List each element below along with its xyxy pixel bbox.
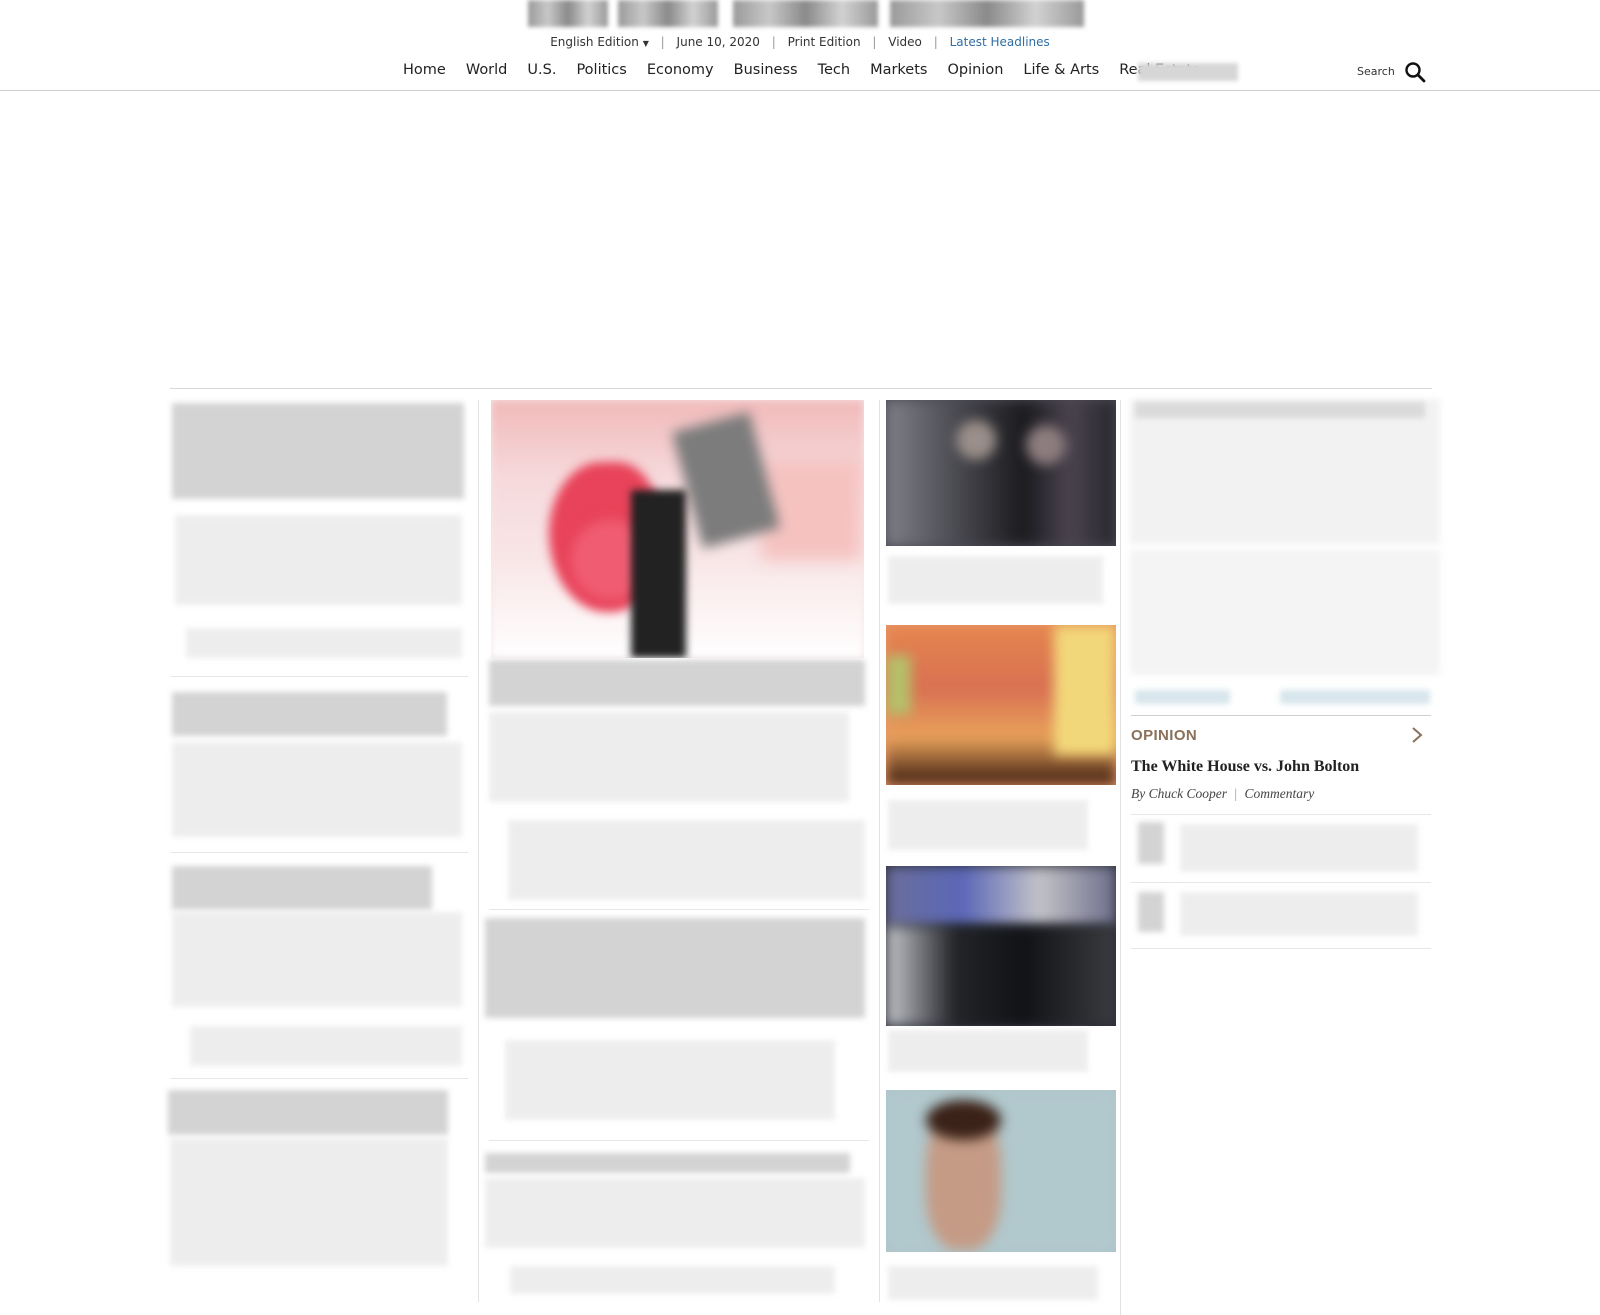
edition-selector-label: English Edition xyxy=(550,35,639,49)
current-date: June 10, 2020 xyxy=(676,35,760,49)
opinion-item-headline[interactable] xyxy=(1180,824,1418,872)
story-headline[interactable] xyxy=(888,800,1088,850)
divider: | xyxy=(1234,786,1238,801)
ad-space xyxy=(0,91,1600,386)
column-divider xyxy=(1120,400,1121,1315)
nav-item-tech[interactable]: Tech xyxy=(808,62,860,78)
story-divider xyxy=(170,676,468,677)
divider: | xyxy=(933,35,938,49)
story-summary xyxy=(170,1138,448,1266)
divider: | xyxy=(872,35,877,49)
section-divider xyxy=(1131,715,1431,716)
story-divider xyxy=(489,1140,869,1141)
story-summary xyxy=(172,912,462,1007)
divider: | xyxy=(660,35,665,49)
promo-box[interactable] xyxy=(1130,399,1440,544)
story-thumbnail[interactable] xyxy=(886,400,1116,546)
story-headline[interactable] xyxy=(485,1153,850,1173)
nav-item-obscured[interactable] xyxy=(1138,63,1238,81)
divider: | xyxy=(771,35,776,49)
nav-item-opinion[interactable]: Opinion xyxy=(937,62,1013,78)
story-divider xyxy=(170,852,468,853)
nav-item-us[interactable]: U.S. xyxy=(517,62,566,78)
story-bullet[interactable] xyxy=(190,1026,462,1066)
column-divider xyxy=(879,400,880,1302)
story-thumbnail[interactable] xyxy=(886,866,1116,1026)
nav-item-business[interactable]: Business xyxy=(724,62,808,78)
story-headline[interactable] xyxy=(888,556,1103,604)
site-logo[interactable] xyxy=(528,0,1084,27)
story-headline[interactable] xyxy=(172,692,447,736)
story-headline[interactable] xyxy=(172,403,464,499)
print-edition-link[interactable]: Print Edition xyxy=(780,35,869,49)
nav-item-markets[interactable]: Markets xyxy=(860,62,937,78)
byline-author: Chuck Cooper xyxy=(1148,786,1227,801)
lead-story-summary xyxy=(489,712,849,802)
chevron-down-icon: ▼ xyxy=(642,39,649,48)
story-summary xyxy=(485,1178,865,1248)
lead-story-headline[interactable] xyxy=(489,660,865,706)
latest-headlines-link[interactable]: Latest Headlines xyxy=(942,35,1058,49)
story-thumbnail[interactable] xyxy=(886,1090,1116,1252)
story-headline[interactable] xyxy=(485,918,865,1018)
story-summary xyxy=(175,515,462,605)
search-label[interactable]: Search xyxy=(1357,65,1395,78)
chevron-right-icon[interactable] xyxy=(1410,725,1424,745)
video-link[interactable]: Video xyxy=(880,35,930,49)
story-summary xyxy=(172,742,462,837)
opinion-byline: By Chuck Cooper | Commentary xyxy=(1131,786,1314,802)
search-icon[interactable] xyxy=(1404,61,1426,83)
story-divider xyxy=(489,909,869,910)
nav-item-home[interactable]: Home xyxy=(394,62,456,78)
nav-item-world[interactable]: World xyxy=(456,62,518,78)
story-thumbnail[interactable] xyxy=(886,625,1116,785)
opinion-item-icon xyxy=(1138,822,1164,864)
story-divider xyxy=(1131,948,1431,949)
story-summary xyxy=(505,1040,835,1120)
story-bullet[interactable] xyxy=(186,628,462,658)
story-headline[interactable] xyxy=(888,1266,1098,1300)
story-headline[interactable] xyxy=(168,1090,448,1135)
promo-list[interactable] xyxy=(1130,550,1440,675)
story-divider xyxy=(170,1078,468,1079)
opinion-headline[interactable]: The White House vs. John Bolton xyxy=(1131,758,1359,776)
promo-box-header xyxy=(1135,402,1425,418)
column-divider xyxy=(478,400,479,1302)
story-bullet[interactable] xyxy=(508,820,865,900)
masthead: English Edition ▼ | June 10, 2020 | Prin… xyxy=(0,0,1600,91)
byline-category: Commentary xyxy=(1244,786,1315,801)
nav-item-life-arts[interactable]: Life & Arts xyxy=(1013,62,1109,78)
story-divider xyxy=(1131,814,1431,815)
story-headline[interactable] xyxy=(172,866,432,910)
section-divider xyxy=(170,388,1432,389)
byline-prefix: By xyxy=(1131,786,1146,801)
story-headline[interactable] xyxy=(888,1030,1088,1072)
promo-link[interactable] xyxy=(1280,690,1430,704)
opinion-section-label[interactable]: OPINION xyxy=(1131,727,1197,744)
opinion-item-headline[interactable] xyxy=(1180,892,1418,936)
nav-item-economy[interactable]: Economy xyxy=(637,62,724,78)
nav-item-politics[interactable]: Politics xyxy=(566,62,636,78)
story-bullet[interactable] xyxy=(510,1266,835,1294)
story-divider xyxy=(1131,882,1431,883)
lead-story-image[interactable] xyxy=(491,400,864,658)
edition-selector[interactable]: English Edition ▼ xyxy=(542,35,657,49)
opinion-item-icon xyxy=(1138,892,1164,932)
promo-link[interactable] xyxy=(1135,690,1230,704)
edition-bar: English Edition ▼ | June 10, 2020 | Prin… xyxy=(0,35,1600,49)
